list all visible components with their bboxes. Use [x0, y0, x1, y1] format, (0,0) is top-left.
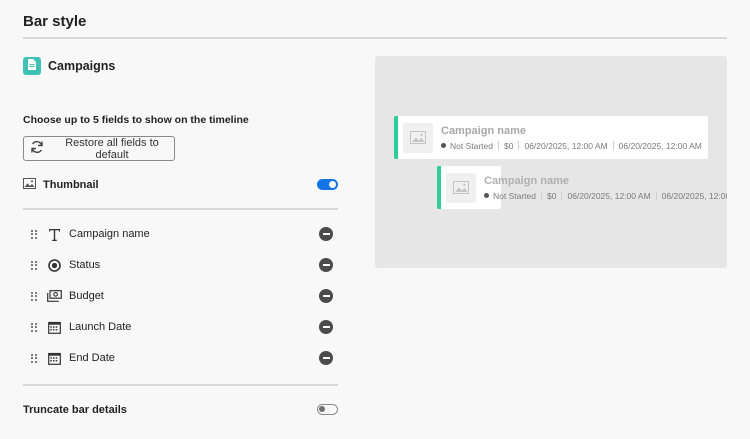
document-icon — [27, 57, 37, 75]
text-icon — [47, 227, 62, 242]
remove-field-button[interactable] — [319, 258, 333, 272]
field-row-status: Status — [31, 257, 333, 273]
fields-heading: Choose up to 5 fields to show on the tim… — [23, 114, 249, 126]
page-title: Bar style — [23, 13, 87, 30]
image-icon — [23, 176, 36, 194]
divider — [23, 37, 727, 39]
truncate-label: Truncate bar details — [23, 404, 127, 416]
field-row-campaign-name: Campaign name — [31, 226, 333, 242]
preview-bar-details: Not Started $0 06/20/2025, 12:00 AM 06/2… — [484, 191, 727, 201]
thumbnail-row: Thumbnail — [23, 178, 338, 192]
remove-field-button[interactable] — [319, 351, 333, 365]
preview-end-date: 06/20/2025, 12:00 AM — [661, 190, 727, 201]
preview-launch-date: 06/20/2025, 12:00 AM — [567, 190, 651, 201]
preview-bar-details: Not Started $0 06/20/2025, 12:00 AM 06/2… — [441, 141, 702, 151]
field-row-budget: Budget — [31, 288, 333, 304]
restore-defaults-button[interactable]: Restore all fields to default — [23, 136, 175, 161]
field-label: Campaign name — [69, 228, 150, 240]
preview-budget: $0 — [547, 190, 557, 201]
field-row-end-date: End Date — [31, 350, 333, 366]
refresh-icon — [30, 140, 44, 157]
thumbnail-toggle[interactable] — [317, 179, 338, 190]
preview-bar-truncated: Campaign name Not Started $0 06/20/2025,… — [437, 166, 727, 209]
preview-bar-name: Campaign name — [484, 174, 569, 187]
drag-handle-icon[interactable] — [31, 229, 38, 239]
field-label: End Date — [69, 352, 115, 364]
remove-field-button[interactable] — [319, 320, 333, 334]
truncate-toggle[interactable] — [317, 404, 338, 415]
remove-field-button[interactable] — [319, 289, 333, 303]
divider — [23, 384, 338, 386]
drag-handle-icon[interactable] — [31, 322, 38, 332]
preview-status: Not Started — [450, 140, 493, 151]
preview-status: Not Started — [493, 190, 536, 201]
remove-field-button[interactable] — [319, 227, 333, 241]
divider — [23, 208, 338, 210]
money-icon — [47, 289, 62, 304]
drag-handle-icon[interactable] — [31, 291, 38, 301]
field-label: Budget — [69, 290, 104, 302]
status-dot-icon — [441, 143, 446, 148]
preview-launch-date: 06/20/2025, 12:00 AM — [524, 140, 608, 151]
entity-label: Campaigns — [48, 59, 116, 73]
calendar-icon — [47, 351, 62, 366]
field-row-launch-date: Launch Date — [31, 319, 333, 335]
preview-end-date: 06/20/2025, 12:00 AM — [618, 140, 702, 151]
drag-handle-icon[interactable] — [31, 260, 38, 270]
image-placeholder-icon — [446, 172, 476, 203]
field-label: Status — [69, 259, 101, 271]
status-dot-icon — [484, 193, 489, 198]
field-label: Launch Date — [69, 321, 132, 333]
restore-defaults-label: Restore all fields to default — [65, 136, 159, 161]
preview-bar: Campaign name Not Started $0 06/20/2025,… — [394, 116, 708, 159]
drag-handle-icon[interactable] — [31, 353, 38, 363]
calendar-icon — [47, 320, 62, 335]
bar-preview-panel: Campaign name Not Started $0 06/20/2025,… — [375, 56, 727, 268]
preview-bar-name: Campaign name — [441, 124, 526, 137]
campaign-badge — [23, 57, 41, 75]
status-icon — [47, 258, 62, 273]
image-placeholder-icon — [403, 122, 433, 153]
thumbnail-label: Thumbnail — [43, 179, 99, 191]
preview-budget: $0 — [504, 140, 514, 151]
